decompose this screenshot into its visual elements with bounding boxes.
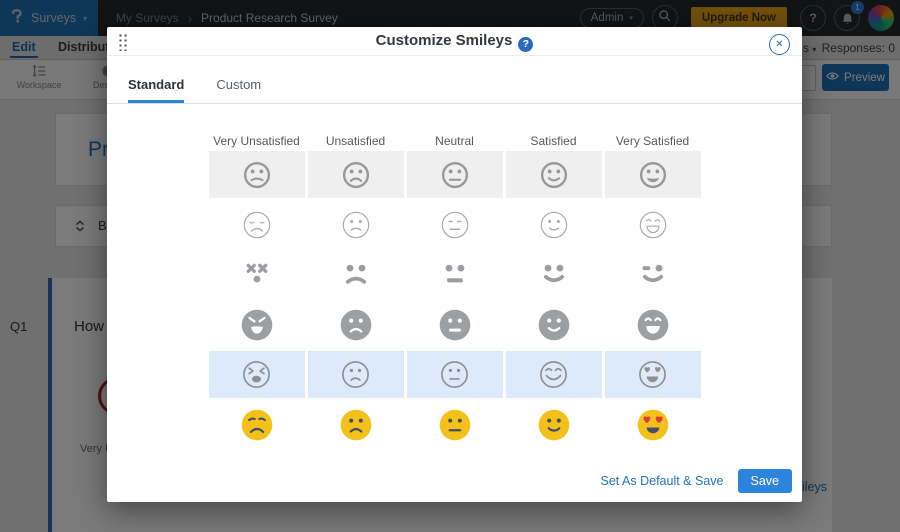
smiley-outline-thin-unsatisfied[interactable] [308,201,404,248]
help-icon[interactable]: ? [518,37,533,52]
smiley-abstract-satisfied[interactable] [506,251,602,298]
column-header-very-satisfied: Very Satisfied [605,128,701,148]
smiley-outline-thin-very-satisfied[interactable] [605,201,701,248]
save-button[interactable]: Save [738,469,793,493]
smiley-solid-unsatisfied[interactable] [308,301,404,348]
smiley-outline-thin-satisfied[interactable] [506,201,602,248]
smiley-emoji-neutral[interactable] [407,401,503,448]
customize-smileys-modal: Customize Smileys? ✕ Standard Custom Ver… [107,27,802,502]
smiley-outline-bold-very-satisfied[interactable] [605,151,701,198]
modal-header: Customize Smileys? ✕ [107,27,802,56]
column-header-satisfied: Satisfied [506,128,602,148]
smiley-sketch-unsatisfied[interactable] [308,351,404,398]
close-icon: ✕ [775,39,783,50]
smiley-outline-bold-neutral[interactable] [407,151,503,198]
smiley-outline-bold-satisfied[interactable] [506,151,602,198]
smiley-solid-neutral[interactable] [407,301,503,348]
smiley-sketch-neutral[interactable] [407,351,503,398]
smiley-sketch-very-unsatisfied[interactable] [209,351,305,398]
smiley-grid: Very UnsatisfiedUnsatisfiedNeutralSatisf… [107,128,802,448]
smiley-outline-thin-neutral[interactable] [407,201,503,248]
smiley-abstract-very-unsatisfied[interactable] [209,251,305,298]
column-header-neutral: Neutral [407,128,503,148]
smiley-abstract-neutral[interactable] [407,251,503,298]
smiley-abstract-unsatisfied[interactable] [308,251,404,298]
close-button[interactable]: ✕ [769,34,790,55]
smiley-sketch-very-satisfied[interactable] [605,351,701,398]
smiley-outline-thin-very-unsatisfied[interactable] [209,201,305,248]
smiley-emoji-very-unsatisfied[interactable] [209,401,305,448]
modal-tab-bar: Standard Custom [107,56,802,104]
modal-title-text: Customize Smileys [376,32,513,49]
smiley-outline-bold-very-unsatisfied[interactable] [209,151,305,198]
smiley-emoji-satisfied[interactable] [506,401,602,448]
modal-footer: Set As Default & Save Save [601,469,793,493]
smiley-solid-very-satisfied[interactable] [605,301,701,348]
smiley-emoji-unsatisfied[interactable] [308,401,404,448]
smiley-solid-satisfied[interactable] [506,301,602,348]
smiley-sketch-satisfied[interactable] [506,351,602,398]
smiley-abstract-very-satisfied[interactable] [605,251,701,298]
column-header-very-unsatisfied: Very Unsatisfied [209,128,305,148]
column-header-unsatisfied: Unsatisfied [308,128,404,148]
smiley-emoji-very-satisfied[interactable] [605,401,701,448]
smiley-solid-very-unsatisfied[interactable] [209,301,305,348]
set-default-save-link[interactable]: Set As Default & Save [601,474,724,488]
tab-custom[interactable]: Custom [216,77,261,103]
tab-standard[interactable]: Standard [128,77,184,103]
smiley-outline-bold-unsatisfied[interactable] [308,151,404,198]
modal-title: Customize Smileys? [107,27,802,56]
